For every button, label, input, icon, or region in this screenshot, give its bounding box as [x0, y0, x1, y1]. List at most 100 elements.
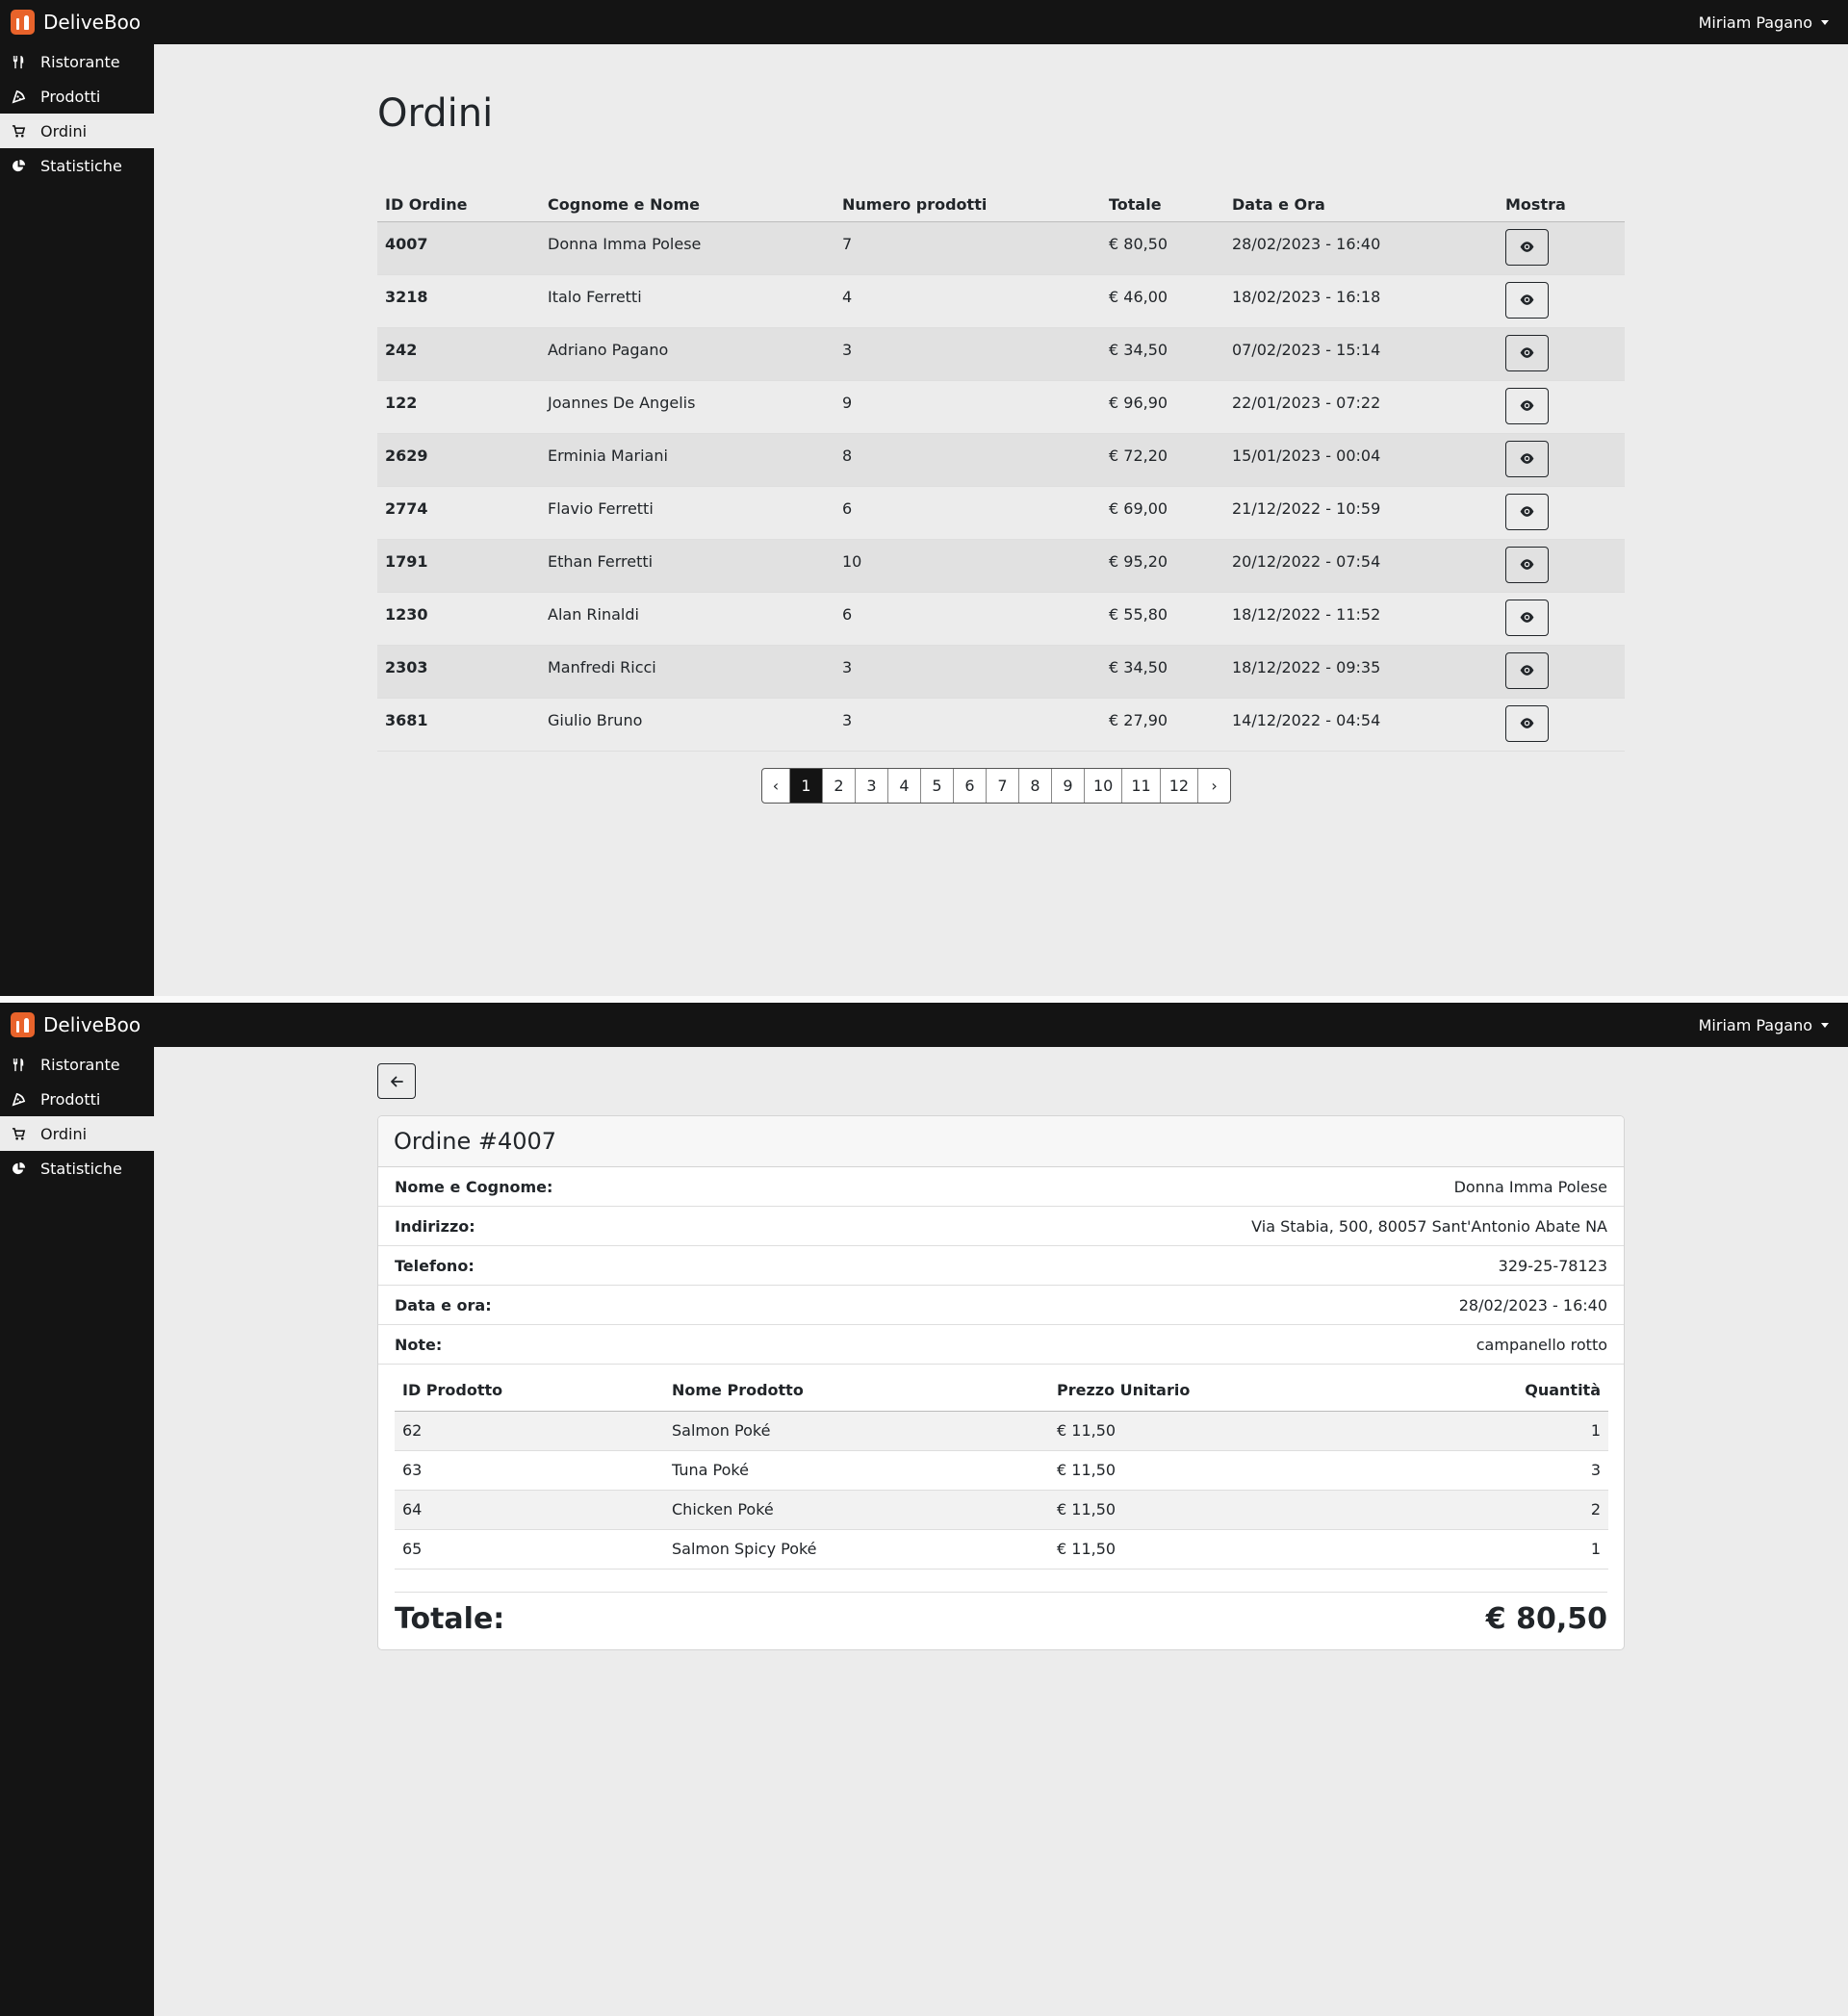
show-order-button[interactable] [1505, 387, 1549, 424]
sidebar-item-ristorante[interactable]: Ristorante [0, 1047, 154, 1082]
page-link-4[interactable]: 4 [887, 769, 920, 803]
order-id: 242 [377, 327, 540, 381]
sidebar-item-prodotti[interactable]: Prodotti [0, 1082, 154, 1116]
table-row: 242 Adriano Pagano 3 € 34,50 07/02/2023 … [377, 327, 1625, 381]
table-row: 64 Chicken Poké € 11,50 2 [395, 1490, 1608, 1530]
table-row: 4007 Donna Imma Polese 7 € 80,50 28/02/2… [377, 221, 1625, 275]
order-datetime: 18/12/2022 - 11:52 [1224, 592, 1498, 646]
order-id: 3681 [377, 698, 540, 752]
page-link-9[interactable]: 9 [1051, 769, 1084, 803]
show-order-button[interactable] [1505, 281, 1549, 319]
order-datetime: 18/12/2022 - 09:35 [1224, 645, 1498, 699]
page-link-7[interactable]: 7 [986, 769, 1018, 803]
page-link-10[interactable]: 10 [1084, 769, 1121, 803]
order-total: € 27,90 [1101, 698, 1224, 752]
page-link-1[interactable]: 1 [789, 769, 822, 803]
sidebar-item-label: Ordini [40, 1124, 88, 1143]
order-datetime: 28/02/2023 - 16:40 [1224, 221, 1498, 275]
product-quantity: 3 [1338, 1450, 1608, 1491]
page-link-5[interactable]: 5 [920, 769, 953, 803]
sidebar-item-ristorante[interactable]: Ristorante [0, 44, 154, 79]
order-id: 2774 [377, 486, 540, 540]
order-id: 3218 [377, 274, 540, 328]
utensils-icon [10, 1056, 27, 1073]
page-link-3[interactable]: 3 [855, 769, 887, 803]
user-dropdown[interactable]: Miriam Pagano [1699, 1003, 1829, 1047]
order-id: 2629 [377, 433, 540, 487]
back-button[interactable] [377, 1063, 416, 1099]
pizza-slice-icon [10, 1090, 27, 1108]
show-cell [1498, 274, 1625, 328]
column-header-datetime: Data e Ora [1224, 183, 1498, 222]
sidebar-item-statistiche[interactable]: Statistiche [0, 148, 154, 183]
info-label: Indirizzo: [395, 1216, 475, 1236]
show-cell [1498, 221, 1625, 275]
brand-link[interactable]: DeliveBoo [11, 0, 141, 44]
info-value: Via Stabia, 500, 80057 Sant'Antonio Abat… [1251, 1216, 1607, 1236]
eye-icon [1520, 559, 1534, 570]
page-link-6[interactable]: 6 [953, 769, 986, 803]
table-row: 65 Salmon Spicy Poké € 11,50 1 [395, 1529, 1608, 1569]
customer-name: Ethan Ferretti [540, 539, 834, 593]
arrow-left-icon [391, 1076, 403, 1086]
customer-name: Erminia Mariani [540, 433, 834, 487]
pie-chart-icon [10, 157, 27, 174]
sidebar-item-label: Ordini [40, 121, 88, 140]
cart-icon [10, 1125, 27, 1142]
table-row: 122 Joannes De Angelis 9 € 96,90 22/01/2… [377, 380, 1625, 434]
column-header-show: Mostra [1498, 183, 1625, 222]
page-link-11[interactable]: 11 [1121, 769, 1159, 803]
customer-name: Donna Imma Polese [540, 221, 834, 275]
product-count: 3 [834, 327, 1101, 381]
sidebar-item-ordini[interactable]: Ordini [0, 114, 154, 148]
order-total: € 55,80 [1101, 592, 1224, 646]
product-id: 62 [395, 1411, 664, 1451]
page-link-2[interactable]: 2 [822, 769, 855, 803]
show-order-button[interactable] [1505, 651, 1549, 689]
eye-icon [1520, 665, 1534, 676]
product-quantity: 1 [1338, 1411, 1608, 1451]
show-order-button[interactable] [1505, 440, 1549, 477]
customer-name: Adriano Pagano [540, 327, 834, 381]
user-name: Miriam Pagano [1698, 13, 1812, 32]
table-row: 62 Salmon Poké € 11,50 1 [395, 1411, 1608, 1451]
page-link-12[interactable]: 12 [1159, 769, 1197, 803]
show-order-button[interactable] [1505, 546, 1549, 583]
order-total: € 80,50 [1101, 221, 1224, 275]
info-value: Donna Imma Polese [1453, 1177, 1607, 1196]
order-datetime: 22/01/2023 - 07:22 [1224, 380, 1498, 434]
user-dropdown[interactable]: Miriam Pagano [1699, 0, 1829, 44]
page-link-8[interactable]: 8 [1018, 769, 1051, 803]
show-order-button[interactable] [1505, 704, 1549, 742]
brand-name: DeliveBoo [43, 1013, 141, 1036]
sidebar-item-prodotti[interactable]: Prodotti [0, 79, 154, 114]
info-value: 329-25-78123 [1498, 1256, 1607, 1275]
show-order-button[interactable] [1505, 493, 1549, 530]
show-order-button[interactable] [1505, 228, 1549, 266]
info-row-phone: Telefono: 329-25-78123 [378, 1246, 1624, 1286]
show-cell [1498, 380, 1625, 434]
products-table: ID Prodotto Nome Prodotto Prezzo Unitari… [395, 1370, 1608, 1569]
order-id: 1230 [377, 592, 540, 646]
show-order-button[interactable] [1505, 599, 1549, 636]
order-id: 2303 [377, 645, 540, 699]
info-label: Data e ora: [395, 1295, 492, 1314]
eye-icon [1520, 506, 1534, 517]
sidebar-item-ordini[interactable]: Ordini [0, 1116, 154, 1151]
pagination-prev[interactable]: ‹ [762, 769, 789, 803]
product-id: 65 [395, 1529, 664, 1569]
order-total: € 34,50 [1101, 645, 1224, 699]
column-header-product-name: Nome Prodotto [664, 1370, 1049, 1412]
info-row-notes: Note: campanello rotto [378, 1325, 1624, 1365]
table-row: 2774 Flavio Ferretti 6 € 69,00 21/12/202… [377, 486, 1625, 540]
show-order-button[interactable] [1505, 334, 1549, 371]
sidebar-item-statistiche[interactable]: Statistiche [0, 1151, 154, 1186]
table-row: 63 Tuna Poké € 11,50 3 [395, 1450, 1608, 1491]
screen-separator [0, 996, 1848, 1003]
pagination-next[interactable]: › [1197, 769, 1230, 803]
customer-name: Joannes De Angelis [540, 380, 834, 434]
brand-link[interactable]: DeliveBoo [11, 1003, 141, 1047]
customer-name: Manfredi Ricci [540, 645, 834, 699]
order-total: € 95,20 [1101, 539, 1224, 593]
show-cell [1498, 486, 1625, 540]
